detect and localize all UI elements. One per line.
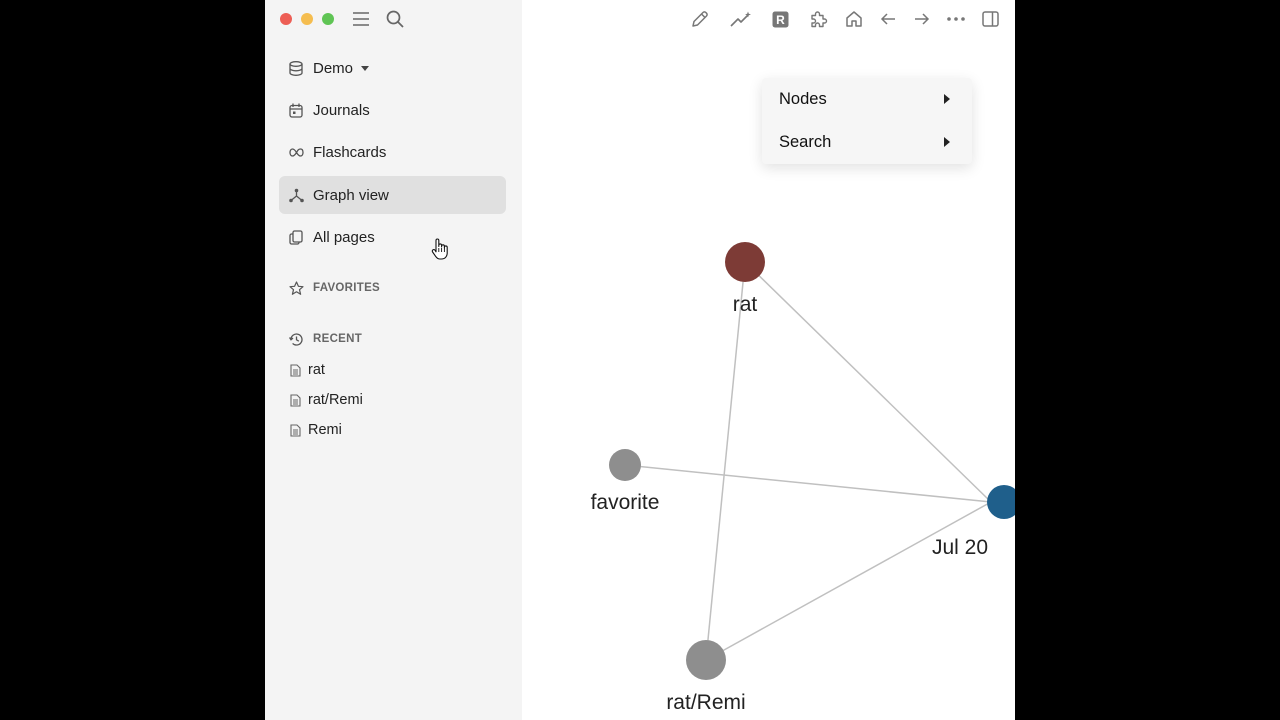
recent-item-rat[interactable]: rat [289, 362, 325, 378]
edge-favorite-jul20 [624, 464, 992, 503]
menu-item-nodes[interactable]: Nodes [762, 78, 972, 120]
sidebar-item-flashcards[interactable]: Flashcards [279, 133, 506, 171]
graph-node-jul20[interactable] [987, 485, 1015, 519]
recent-item-label: rat [308, 362, 325, 378]
star-icon [288, 280, 304, 296]
infinity-icon [288, 144, 304, 160]
sidebar-item-label: Flashcards [313, 143, 387, 161]
minimize-window-button[interactable] [301, 13, 313, 25]
search-icon[interactable] [385, 9, 405, 29]
graph-name: Demo [313, 59, 354, 77]
maximize-window-button[interactable] [322, 13, 334, 25]
sidebar-item-all-pages[interactable]: All pages [279, 218, 506, 256]
document-icon [289, 393, 301, 407]
sidebar-item-graph-view[interactable]: Graph view [279, 176, 506, 214]
favorites-label: FAVORITES [313, 282, 381, 294]
pages-icon [288, 229, 304, 245]
edge-ratremi-jul20 [705, 501, 992, 661]
sidebar-item-label: Journals [313, 101, 370, 119]
edge-rat-ratremi [705, 261, 746, 661]
graph-node-label: favorite [591, 491, 660, 514]
close-window-button[interactable] [280, 13, 292, 25]
graph-edges [624, 261, 992, 661]
chevron-right-icon [944, 94, 950, 104]
recent-label: RECENT [313, 333, 363, 345]
graph-node-rat[interactable] [725, 242, 765, 282]
sidebar-item-label: Graph view [313, 186, 389, 204]
recent-item-rat-remi[interactable]: rat/Remi [289, 392, 363, 408]
graph-node-favorite[interactable] [609, 449, 641, 481]
graph-view-pane: R rat favorite Jul 20 rat/Remi Nodes Sea… [522, 0, 1015, 720]
graph-settings-menu: Nodes Search [762, 78, 972, 164]
graph-icon [288, 187, 304, 203]
calendar-icon [288, 102, 304, 118]
menu-item-search[interactable]: Search [762, 121, 972, 163]
graph-node-label: rat [733, 293, 758, 316]
sidebar-item-journals[interactable]: Journals [279, 91, 506, 129]
history-icon [288, 331, 304, 347]
database-icon [288, 60, 304, 76]
graph-node-label: Jul 20 [932, 536, 988, 559]
document-icon [289, 423, 301, 437]
hand-cursor-icon [431, 238, 449, 260]
edge-rat-jul20 [744, 261, 992, 503]
graph-node-rat-remi[interactable] [686, 640, 726, 680]
recent-item-label: rat/Remi [308, 392, 363, 408]
menu-item-label: Nodes [779, 89, 827, 108]
graph-switcher[interactable]: Demo [279, 49, 506, 87]
menu-item-label: Search [779, 132, 832, 151]
left-sidebar: Demo Journals Flashcards Graph view All … [265, 0, 522, 720]
recent-item-label: Remi [308, 422, 342, 438]
recent-section-header[interactable]: RECENT [288, 331, 362, 347]
document-icon [289, 363, 301, 377]
chevron-right-icon [944, 137, 950, 147]
recent-item-remi[interactable]: Remi [289, 422, 342, 438]
sidebar-item-label: All pages [313, 228, 375, 246]
app-window: Demo Journals Flashcards Graph view All … [265, 0, 1015, 720]
menu-icon[interactable] [351, 9, 371, 29]
chevron-down-icon [361, 65, 370, 71]
favorites-section-header[interactable]: FAVORITES [288, 280, 380, 296]
graph-node-label: rat/Remi [666, 691, 745, 714]
